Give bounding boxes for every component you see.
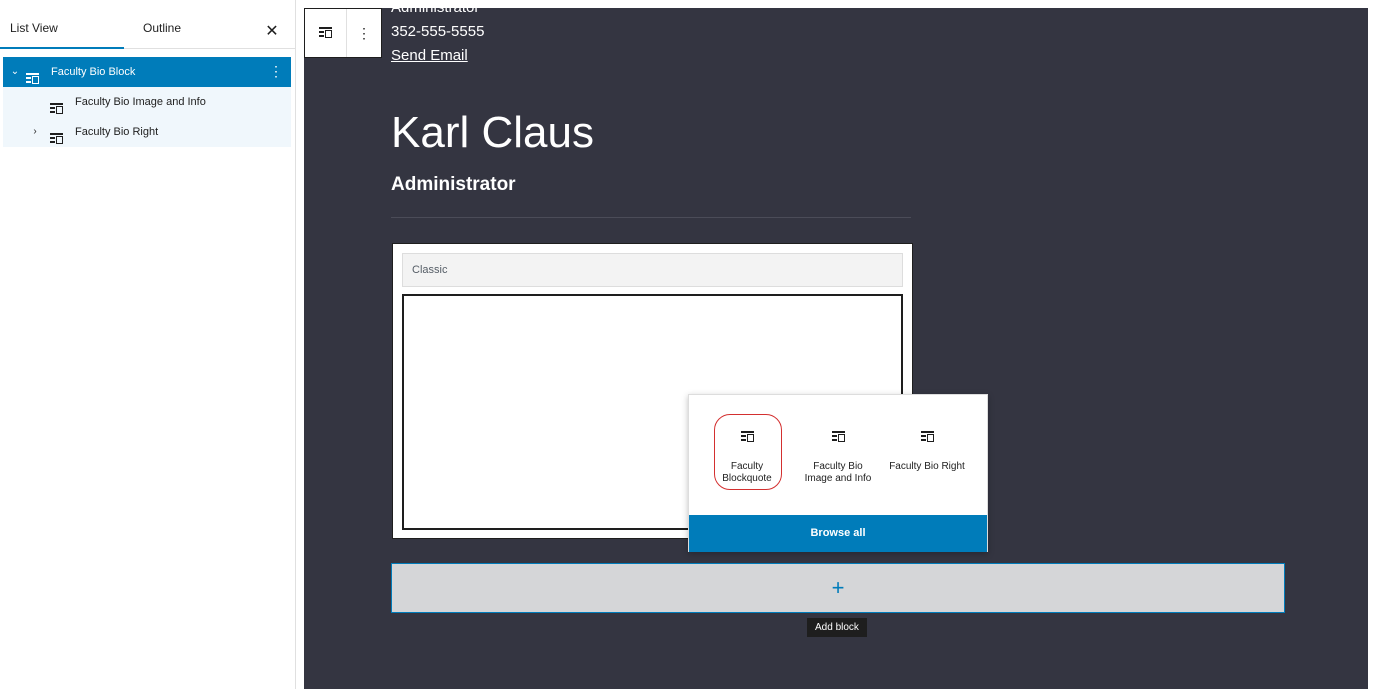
list-view-sidebar: List View Outline ✕ ⌄ Faculty Bio Block …: [0, 0, 296, 689]
inserter-item-label: Faculty Bio Right: [889, 461, 965, 472]
faculty-position[interactable]: Administrator: [391, 174, 516, 196]
inserter-item-label: Faculty Blockquote: [722, 461, 772, 484]
block-icon: [920, 431, 934, 442]
separator: [391, 217, 911, 218]
block-icon: [50, 96, 63, 114]
block-icon: [319, 27, 332, 39]
more-vertical-icon[interactable]: ⋮: [347, 9, 381, 57]
contact-phone: 352-555-5555: [391, 23, 485, 40]
block-icon: [26, 66, 39, 84]
block-type-button[interactable]: [305, 9, 347, 57]
contact-role: Administrator: [391, 8, 479, 16]
more-vertical-icon[interactable]: ⋮: [269, 57, 283, 85]
plus-icon: +: [831, 575, 845, 600]
chevron-right-icon[interactable]: ›: [29, 117, 41, 147]
block-icon: [740, 431, 754, 442]
send-email-link[interactable]: Send Email: [391, 47, 468, 64]
tree-item-label: Faculty Bio Right: [75, 126, 159, 138]
chevron-down-icon[interactable]: ⌄: [9, 57, 21, 87]
block-inserter-popover: Faculty Blockquote Faculty Bio Image and…: [688, 394, 988, 552]
close-icon[interactable]: ✕: [260, 20, 284, 44]
block-icon: [50, 126, 63, 144]
inserter-item-faculty-bio-image-info[interactable]: Faculty Bio Image and Info: [800, 413, 876, 497]
block-tree: ⌄ Faculty Bio Block ⋮ Faculty Bio Image …: [3, 57, 291, 147]
inserter-item-faculty-blockquote[interactable]: Faculty Blockquote: [709, 413, 785, 497]
tree-item-label: Faculty Bio Block: [51, 66, 136, 78]
block-icon: [831, 431, 845, 442]
sidebar-tabs: List View Outline ✕: [0, 8, 296, 49]
tree-item-label: Faculty Bio Image and Info: [75, 96, 206, 108]
faculty-name[interactable]: Karl Claus: [391, 108, 594, 158]
tab-outline[interactable]: Outline: [124, 8, 200, 49]
classic-toolbar[interactable]: Classic: [402, 253, 903, 287]
tree-item-faculty-bio-right[interactable]: › Faculty Bio Right: [3, 117, 291, 147]
tree-item-faculty-bio-image-info[interactable]: Faculty Bio Image and Info: [3, 87, 291, 117]
inserter-item-label: Faculty Bio Image and Info: [804, 461, 872, 484]
block-toolbar: ⋮: [304, 8, 382, 58]
browse-all-button[interactable]: Browse all: [689, 515, 987, 552]
inserter-item-faculty-bio-right[interactable]: Faculty Bio Right: [889, 413, 965, 497]
tab-list-view[interactable]: List View: [0, 8, 124, 49]
add-block-button[interactable]: +: [391, 563, 1285, 613]
add-block-tooltip: Add block: [807, 618, 867, 637]
editor-canvas: ⋮ Administrator 352-555-5555 Send Email …: [304, 8, 1368, 689]
tree-item-faculty-bio-block[interactable]: ⌄ Faculty Bio Block ⋮: [3, 57, 291, 87]
